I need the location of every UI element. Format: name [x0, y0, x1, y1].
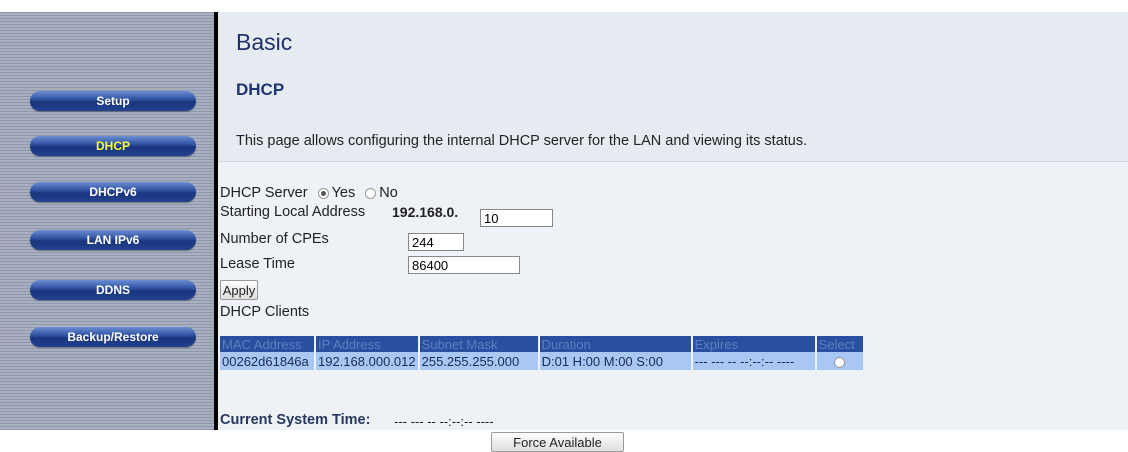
sidebar-item-ddns[interactable]: DDNS	[30, 280, 196, 300]
lease-time-input[interactable]	[408, 256, 520, 274]
client-ip: 192.168.000.012	[315, 352, 420, 370]
current-system-time-value: --- --- -- --:--:-- ----	[394, 414, 494, 429]
column-header-ip: IP Address	[315, 336, 420, 352]
column-header-expires: Expires	[691, 336, 817, 352]
client-select-cell	[815, 352, 863, 370]
sidebar-item-dhcpv6[interactable]: DHCPv6	[30, 182, 196, 202]
column-header-select: Select	[815, 336, 863, 352]
client-select-radio[interactable]	[834, 356, 846, 368]
cpes-input[interactable]	[408, 233, 464, 251]
sidebar: Setup DHCP DHCPv6 LAN IPv6 DDNS Backup/R…	[0, 12, 214, 430]
current-system-time-label: Current System Time:	[220, 412, 371, 428]
page-description: This page allows configuring the interna…	[236, 133, 808, 149]
starting-address-prefix: 192.168.0.	[392, 204, 459, 220]
page-title: Basic	[236, 29, 293, 55]
client-subnet: 255.255.255.000	[418, 352, 540, 370]
apply-button[interactable]: Apply	[220, 280, 258, 300]
dhcp-clients-title: DHCP Clients	[220, 304, 310, 320]
dhcp-server-row: DHCP Server Yes No	[220, 185, 398, 201]
dhcp-server-yes-radio[interactable]	[317, 187, 329, 199]
main-panel: Basic DHCP This page allows configuring …	[218, 12, 1128, 452]
lease-time-label: Lease Time	[220, 256, 295, 272]
client-expires: --- --- -- --:--:-- ----	[691, 352, 817, 370]
dhcp-clients-table: MAC Address IP Address Subnet Mask Durat…	[220, 336, 863, 370]
page-header: Basic DHCP This page allows configuring …	[218, 12, 1128, 162]
starting-address-input[interactable]	[480, 209, 553, 227]
starting-address-label: Starting Local Address	[220, 204, 366, 220]
section-title: DHCP	[236, 80, 285, 99]
client-duration: D:01 H:00 M:00 S:00	[538, 352, 693, 370]
column-header-duration: Duration	[538, 336, 693, 352]
table-row: 00262d61846a 192.168.000.012 255.255.255…	[220, 352, 863, 370]
sidebar-item-lan-ipv6[interactable]: LAN IPv6	[30, 230, 196, 250]
column-header-mac: MAC Address	[220, 336, 316, 352]
dhcp-server-yes-label: Yes	[331, 185, 356, 201]
dhcp-server-label: DHCP Server	[220, 185, 308, 201]
sidebar-item-dhcp[interactable]: DHCP	[30, 136, 196, 156]
client-mac: 00262d61846a	[220, 352, 316, 370]
force-available-button[interactable]: Force Available	[491, 432, 624, 452]
sidebar-item-backup-restore[interactable]: Backup/Restore	[30, 327, 196, 347]
dhcp-form: DHCP Server Yes No Starting Local Addres…	[218, 162, 1128, 452]
cpes-label: Number of CPEs	[220, 231, 329, 247]
column-header-subnet: Subnet Mask	[418, 336, 540, 352]
table-header-row: MAC Address IP Address Subnet Mask Durat…	[220, 336, 863, 352]
dhcp-server-no-label: No	[379, 185, 398, 201]
sidebar-item-setup[interactable]: Setup	[30, 91, 196, 111]
dhcp-server-no-radio[interactable]	[365, 187, 377, 199]
